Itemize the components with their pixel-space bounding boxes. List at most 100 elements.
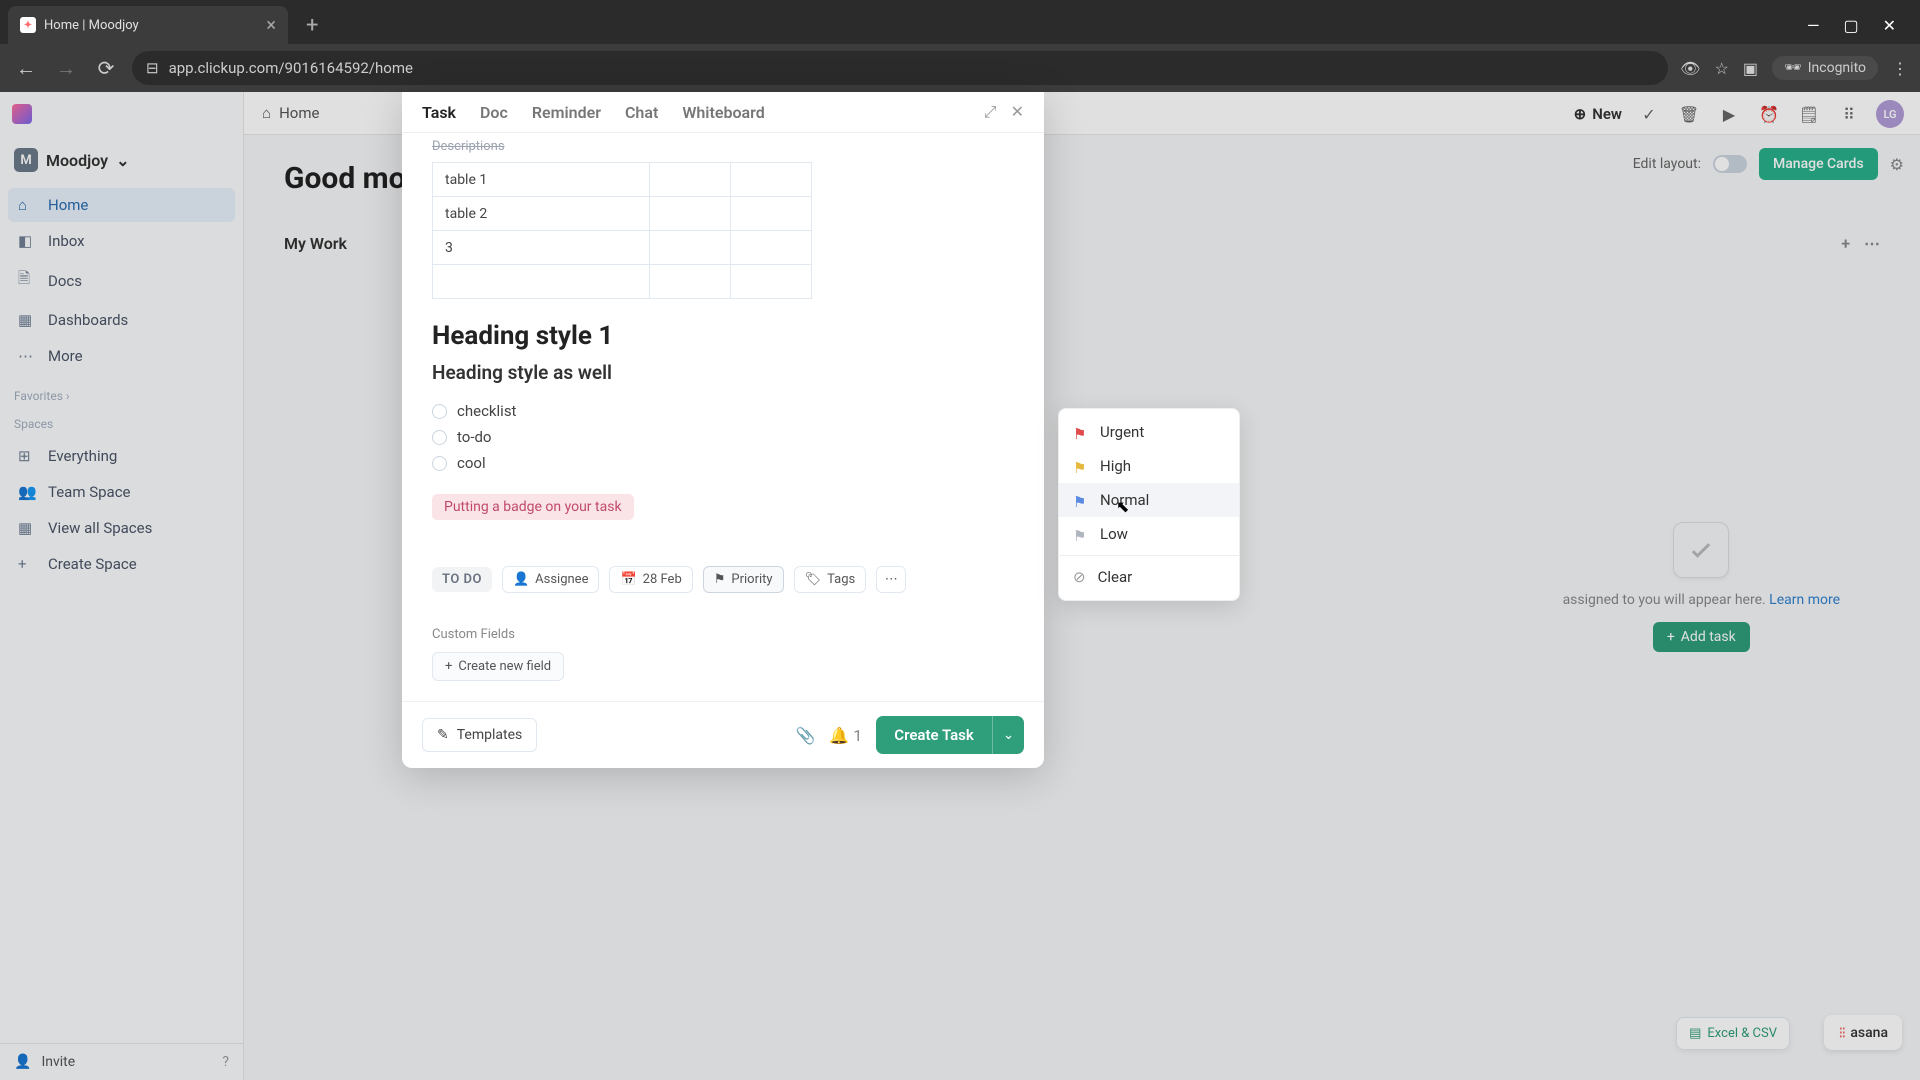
- table-row: [433, 265, 812, 299]
- browser-chrome: ✦ Home | Moodjoy × + — ▢ ✕ ← → ⟳ ⊟ app.c…: [0, 0, 1920, 92]
- close-icon[interactable]: ✕: [1011, 102, 1024, 122]
- priority-label: Low: [1100, 525, 1128, 543]
- priority-label: Clear: [1098, 568, 1133, 586]
- chip-label: Priority: [731, 572, 772, 587]
- checklist-item[interactable]: to-do: [432, 424, 1014, 450]
- incognito-badge[interactable]: 🕶 Incognito: [1772, 56, 1878, 80]
- flag-icon: ⚑: [1073, 527, 1088, 542]
- cursor-icon: ⬉: [1116, 497, 1129, 516]
- create-task-button[interactable]: Create Task: [876, 716, 992, 754]
- reload-icon[interactable]: ⟳: [92, 56, 120, 80]
- browser-tab[interactable]: ✦ Home | Moodjoy ×: [8, 6, 288, 44]
- count: 1: [853, 726, 862, 745]
- flag-icon: ⚑: [714, 572, 726, 587]
- checklist-item[interactable]: cool: [432, 450, 1014, 476]
- bookmark-icon[interactable]: ☆: [1714, 59, 1728, 78]
- priority-label: Urgent: [1100, 423, 1144, 441]
- modal-tab-whiteboard[interactable]: Whiteboard: [682, 103, 764, 122]
- table-row: 3: [433, 231, 812, 265]
- forward-icon[interactable]: →: [52, 56, 80, 81]
- checklist-text: checklist: [457, 402, 516, 420]
- description-table[interactable]: table 1 table 2 3: [432, 162, 812, 299]
- table-cell[interactable]: [650, 265, 731, 299]
- chip-label: 28 Feb: [643, 572, 682, 587]
- new-tab-button[interactable]: +: [296, 6, 328, 44]
- date-chip[interactable]: 📅28 Feb: [609, 566, 692, 593]
- eye-off-icon[interactable]: 👁: [1680, 59, 1700, 78]
- heading-2[interactable]: Heading style as well: [432, 361, 1014, 384]
- tag-icon: 🏷: [805, 572, 822, 587]
- person-icon: 👤: [513, 572, 529, 587]
- task-property-chips: TO DO 👤Assignee 📅28 Feb ⚑Priority 🏷Tags …: [432, 566, 1014, 593]
- url-input[interactable]: ⊟ app.clickup.com/9016164592/home: [132, 51, 1668, 85]
- table-cell[interactable]: [731, 265, 812, 299]
- more-properties-chip[interactable]: ⋯: [876, 566, 906, 593]
- flag-icon: ⚑: [1073, 493, 1088, 508]
- modal-tab-chat[interactable]: Chat: [625, 103, 658, 122]
- panel-icon[interactable]: ▣: [1743, 59, 1758, 78]
- table-cell[interactable]: [731, 231, 812, 265]
- create-field-label: Create new field: [458, 659, 551, 674]
- flag-icon: ⚑: [1073, 425, 1088, 440]
- site-info-icon[interactable]: ⊟: [146, 59, 159, 77]
- tab-close-icon[interactable]: ×: [266, 15, 276, 36]
- attachment-icon[interactable]: 📎: [795, 726, 815, 745]
- checkbox-icon[interactable]: [432, 456, 447, 471]
- custom-fields-label: Custom Fields: [432, 627, 1014, 642]
- table-cell[interactable]: table 1: [433, 163, 650, 197]
- modal-tab-doc[interactable]: Doc: [480, 103, 508, 122]
- back-icon[interactable]: ←: [12, 56, 40, 81]
- window-controls: — ▢ ✕: [1791, 6, 1912, 44]
- url-bar: ← → ⟳ ⊟ app.clickup.com/9016164592/home …: [0, 44, 1920, 92]
- table-cell[interactable]: [433, 265, 650, 299]
- notification-count[interactable]: 🔔1: [829, 726, 862, 745]
- table-cell[interactable]: table 2: [433, 197, 650, 231]
- create-task-modal: Task Doc Reminder Chat Whiteboard ⤢ ✕ De…: [402, 92, 1044, 768]
- table-row: table 1: [433, 163, 812, 197]
- expand-icon[interactable]: ⤢: [984, 102, 997, 122]
- descriptions-label: Descriptions: [432, 139, 1014, 154]
- tags-chip[interactable]: 🏷Tags: [794, 566, 867, 593]
- browser-menu-icon[interactable]: ⋮: [1892, 59, 1908, 78]
- heading-1[interactable]: Heading style 1: [432, 321, 1014, 351]
- plus-icon: +: [445, 659, 452, 674]
- priority-option-normal[interactable]: ⚑Normal: [1059, 483, 1239, 517]
- url-actions: 👁 ☆ ▣ 🕶 Incognito ⋮: [1680, 56, 1908, 80]
- checklist-text: cool: [457, 454, 486, 472]
- tab-title: Home | Moodjoy: [44, 18, 139, 33]
- templates-button[interactable]: ✎Templates: [422, 718, 537, 752]
- priority-option-low[interactable]: ⚑ Low: [1059, 517, 1239, 551]
- table-cell[interactable]: [650, 163, 731, 197]
- create-field-button[interactable]: + Create new field: [432, 652, 564, 681]
- priority-option-urgent[interactable]: ⚑ Urgent: [1059, 415, 1239, 449]
- tab-bar: ✦ Home | Moodjoy × + — ▢ ✕: [0, 0, 1920, 44]
- assignee-chip[interactable]: 👤 Assignee: [502, 566, 600, 593]
- modal-tab-reminder[interactable]: Reminder: [532, 103, 601, 122]
- maximize-icon[interactable]: ▢: [1843, 16, 1858, 35]
- incognito-icon: 🕶: [1784, 60, 1802, 76]
- priority-label: High: [1100, 457, 1131, 475]
- priority-chip[interactable]: ⚑ Priority: [703, 566, 784, 593]
- priority-option-high[interactable]: ⚑High: [1059, 449, 1239, 483]
- table-cell[interactable]: [731, 197, 812, 231]
- priority-dropdown: ⚑Urgent ⚑High ⚑Normal ⚑Low ⊘Clear: [1058, 408, 1240, 601]
- minimize-icon[interactable]: —: [1807, 16, 1820, 35]
- create-task-dropdown[interactable]: ⌄: [992, 716, 1024, 754]
- checklist-item[interactable]: checklist: [432, 398, 1014, 424]
- priority-option-clear[interactable]: ⊘Clear: [1059, 560, 1239, 594]
- close-window-icon[interactable]: ✕: [1883, 16, 1896, 35]
- chip-label: Assignee: [535, 572, 588, 587]
- table-cell[interactable]: 3: [433, 231, 650, 265]
- table-cell[interactable]: [731, 163, 812, 197]
- modal-tab-task[interactable]: Task: [422, 103, 456, 122]
- incognito-label: Incognito: [1808, 60, 1866, 76]
- table-cell[interactable]: [650, 197, 731, 231]
- checkbox-icon[interactable]: [432, 430, 447, 445]
- checkbox-icon[interactable]: [432, 404, 447, 419]
- table-cell[interactable]: [650, 231, 731, 265]
- modal-body: Descriptions table 1 table 2 3 Heading s…: [402, 133, 1044, 701]
- app-root: M Moodjoy ⌄ ⌂Home ◧Inbox 🗎Docs ▦Dashboar…: [0, 92, 1920, 1080]
- status-chip[interactable]: TO DO: [432, 567, 492, 592]
- task-badge[interactable]: Putting a badge on your task: [432, 494, 634, 520]
- templates-label: Templates: [457, 727, 523, 743]
